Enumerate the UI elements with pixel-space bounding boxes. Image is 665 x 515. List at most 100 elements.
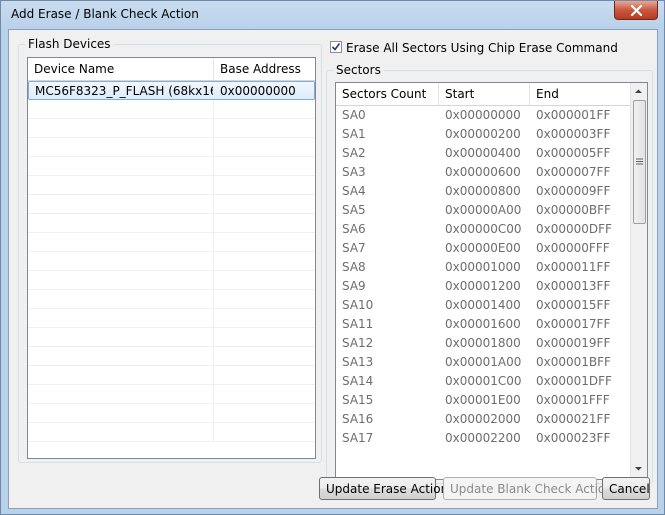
column-header-sectors-count[interactable]: Sectors Count [336, 83, 439, 105]
sector-end-cell: 0x000023FF [536, 431, 611, 445]
table-row[interactable]: SA3 0x00000600 0x000007FF [336, 163, 647, 182]
update-erase-action-button[interactable]: Update Erase Action [319, 477, 448, 500]
table-row[interactable]: SA14 0x00001C00 0x00001DFF [336, 372, 647, 391]
update-blank-check-action-button[interactable]: Update Blank Check Action [443, 477, 613, 500]
table-row[interactable]: SA17 0x00002200 0x000023FF [336, 429, 647, 448]
sector-start-cell: 0x00001000 [445, 260, 521, 274]
empty-cell [214, 233, 314, 251]
table-header: Device Name Base Address [28, 58, 315, 81]
sector-count-cell: SA10 [342, 298, 374, 312]
table-row[interactable]: SA16 0x00002000 0x000021FF [336, 410, 647, 429]
table-row[interactable]: SA4 0x00000800 0x000009FF [336, 182, 647, 201]
table-row[interactable]: SA1 0x00000200 0x000003FF [336, 125, 647, 144]
title-bar[interactable]: Add Erase / Blank Check Action [1, 1, 664, 29]
empty-cell [214, 347, 314, 365]
erase-all-label[interactable]: Erase All Sectors Using Chip Erase Comma… [346, 41, 618, 55]
column-header-end[interactable]: End [530, 83, 630, 105]
column-header-base-address[interactable]: Base Address [214, 58, 315, 80]
table-header: Sectors Count Start End [336, 83, 647, 106]
sector-start-cell: 0x00000400 [445, 146, 521, 160]
dialog-window: Add Erase / Blank Check Action Flash Dev… [0, 0, 665, 515]
base-address-cell: 0x00000000 [220, 84, 296, 98]
table-row[interactable]: SA8 0x00001000 0x000011FF [336, 258, 647, 277]
sector-count-cell: SA2 [342, 146, 366, 160]
empty-table-row [28, 366, 315, 385]
close-icon [630, 5, 643, 16]
column-header-device-name[interactable]: Device Name [28, 58, 214, 80]
sector-count-cell: SA15 [342, 393, 374, 407]
scroll-down-arrow-icon[interactable] [631, 461, 646, 476]
empty-table-row [28, 423, 315, 442]
empty-cell [214, 119, 314, 137]
empty-cell [214, 328, 314, 346]
device-name-cell: MC56F8323_P_FLASH (68kx16x1) [29, 82, 214, 99]
empty-cell [214, 366, 314, 384]
sector-start-cell: 0x00001600 [445, 317, 521, 331]
table-row[interactable]: SA15 0x00001E00 0x00001FFF [336, 391, 647, 410]
sector-count-cell: SA16 [342, 412, 374, 426]
empty-cell [28, 233, 214, 251]
empty-table-row [28, 138, 315, 157]
vertical-scrollbar[interactable] [630, 83, 647, 479]
empty-cell [28, 214, 214, 232]
empty-cell [28, 119, 214, 137]
sector-start-cell: 0x00000A00 [445, 203, 522, 217]
table-row[interactable]: SA6 0x00000C00 0x00000DFF [336, 220, 647, 239]
sector-start-cell: 0x00001200 [445, 279, 521, 293]
empty-cell [28, 290, 214, 308]
sectors-table: Sectors Count Start End SA0 0x00000000 0x0… [335, 82, 648, 480]
sector-end-cell: 0x000019FF [536, 336, 611, 350]
sector-count-cell: SA1 [342, 127, 366, 141]
table-row[interactable]: SA11 0x00001600 0x000017FF [336, 315, 647, 334]
dialog-client-area: Flash Devices Device Name Base Address M… [8, 29, 658, 509]
table-row[interactable]: SA7 0x00000E00 0x00000FFF [336, 239, 647, 258]
empty-table-row [28, 233, 315, 252]
erase-all-checkbox[interactable] [330, 41, 342, 53]
sector-start-cell: 0x00001C00 [445, 374, 522, 388]
sector-end-cell: 0x00001BFF [536, 355, 611, 369]
sector-end-cell: 0x00000DFF [536, 222, 612, 236]
sector-end-cell: 0x000003FF [536, 127, 611, 141]
empty-cell [214, 271, 314, 289]
empty-table-row [28, 385, 315, 404]
table-row[interactable]: SA2 0x00000400 0x000005FF [336, 144, 647, 163]
sector-count-cell: SA14 [342, 374, 374, 388]
table-row[interactable]: SA13 0x00001A00 0x00001BFF [336, 353, 647, 372]
sector-start-cell: 0x00000200 [445, 127, 521, 141]
empty-table-row [28, 271, 315, 290]
empty-cell [28, 252, 214, 270]
empty-rows [28, 100, 315, 442]
scroll-up-arrow-icon[interactable] [631, 84, 646, 99]
sector-start-cell: 0x00000000 [445, 108, 521, 122]
empty-table-row [28, 119, 315, 138]
close-button[interactable] [614, 1, 658, 20]
sector-count-cell: SA5 [342, 203, 366, 217]
sector-count-cell: SA6 [342, 222, 366, 236]
sector-start-cell: 0x00002200 [445, 431, 521, 445]
table-row[interactable]: MC56F8323_P_FLASH (68kx16x1) 0x00000000 [28, 81, 315, 100]
table-row[interactable]: SA0 0x00000000 0x000001FF [336, 106, 647, 125]
window-title: Add Erase / Blank Check Action [11, 7, 199, 21]
empty-cell [214, 138, 314, 156]
table-row[interactable]: SA9 0x00001200 0x000013FF [336, 277, 647, 296]
table-row[interactable]: SA5 0x00000A00 0x00000BFF [336, 201, 647, 220]
column-header-start[interactable]: Start [439, 83, 530, 105]
sector-count-cell: SA7 [342, 241, 366, 255]
sector-end-cell: 0x000021FF [536, 412, 611, 426]
sector-count-cell: SA17 [342, 431, 374, 445]
sector-end-cell: 0x000013FF [536, 279, 611, 293]
sector-end-cell: 0x00000BFF [536, 203, 611, 217]
empty-table-row [28, 195, 315, 214]
scrollbar-thumb[interactable] [633, 100, 646, 224]
empty-table-row [28, 309, 315, 328]
cancel-button[interactable]: Cancel [602, 477, 650, 500]
sector-count-cell: SA4 [342, 184, 366, 198]
table-row[interactable]: SA10 0x00001400 0x000015FF [336, 296, 647, 315]
empty-cell [28, 195, 214, 213]
sector-start-cell: 0x00000C00 [445, 222, 522, 236]
empty-table-row [28, 347, 315, 366]
sector-start-cell: 0x00001E00 [445, 393, 521, 407]
empty-table-row [28, 252, 315, 271]
table-row[interactable]: SA12 0x00001800 0x000019FF [336, 334, 647, 353]
sector-start-cell: 0x00000E00 [445, 241, 521, 255]
